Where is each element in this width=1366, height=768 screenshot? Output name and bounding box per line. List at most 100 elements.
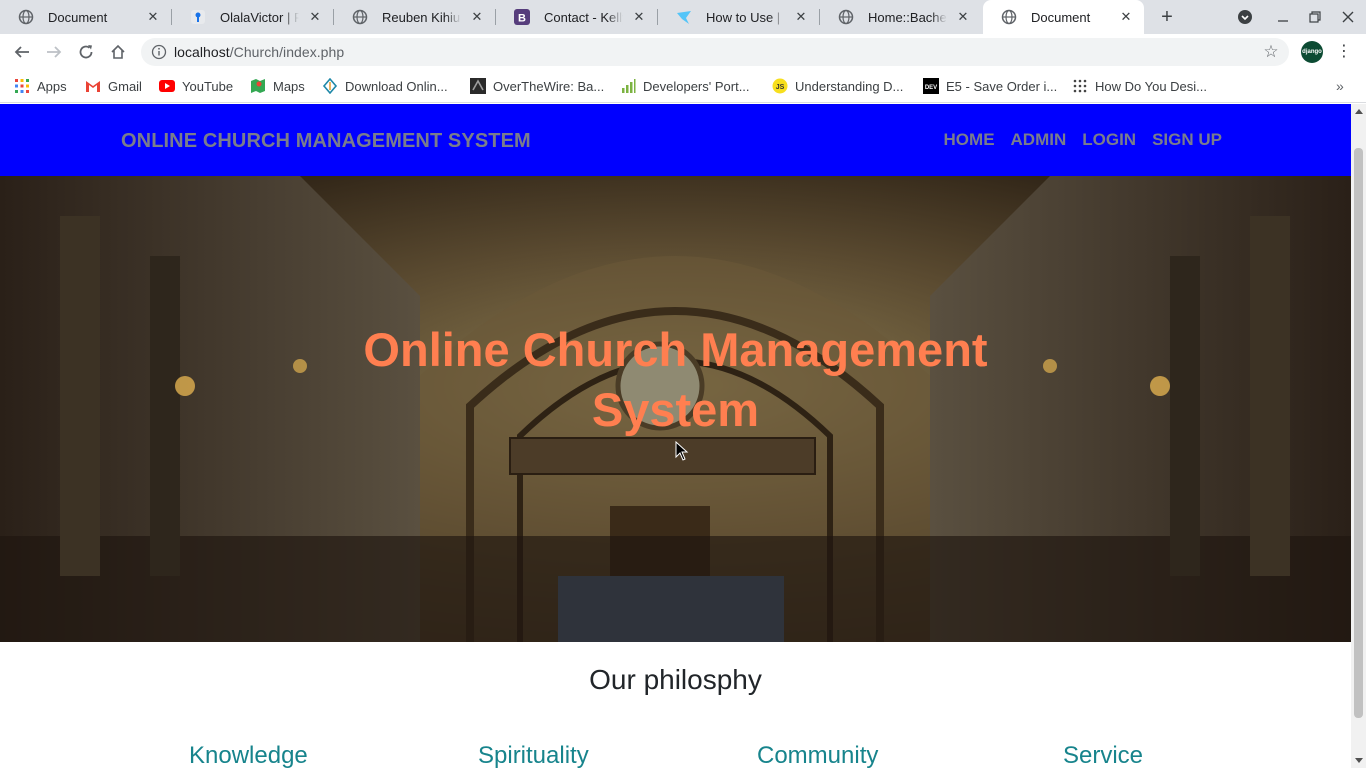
- youtube-icon: [159, 78, 175, 94]
- bookmark-download-onlin[interactable]: Download Onlin...: [322, 77, 448, 95]
- close-icon[interactable]: ✕: [955, 9, 971, 25]
- bookmark-label: How Do You Desi...: [1095, 78, 1208, 94]
- menu-kebab-icon[interactable]: ⋮: [1336, 42, 1352, 62]
- tab-document-active[interactable]: Document ✕: [983, 0, 1144, 34]
- bookmarks-overflow-icon[interactable]: »: [1336, 78, 1344, 94]
- close-icon[interactable]: ✕: [307, 9, 323, 25]
- globe-icon: [18, 9, 34, 25]
- hero-title: Online Church Management System: [363, 323, 988, 436]
- restore-icon[interactable]: [1306, 8, 1324, 26]
- url-text: localhost/Church/index.php: [174, 44, 344, 60]
- tab-home-bachem[interactable]: Home::Bachem S ✕: [820, 0, 981, 34]
- scroll-down-arrow-icon[interactable]: [1355, 758, 1363, 763]
- tab-title: Document: [1031, 9, 1091, 25]
- tab-title: Reuben Kihiu: [382, 9, 461, 25]
- maps-icon: [250, 78, 266, 94]
- back-arrow-icon[interactable]: [11, 41, 33, 63]
- bookmark-understanding[interactable]: JS Understanding D...: [772, 77, 903, 95]
- bootstrap-icon: B: [514, 9, 530, 25]
- gmail-icon: [85, 78, 101, 94]
- pillar-knowledge: Knowledge: [189, 742, 308, 768]
- bookmark-label: Understanding D...: [795, 78, 904, 94]
- browser-toolbar: localhost/Church/index.php ☆ django ⋮: [0, 34, 1366, 70]
- page-scrollbar[interactable]: [1351, 104, 1366, 768]
- bookmark-star-icon[interactable]: ☆: [1261, 42, 1281, 62]
- minimize-icon[interactable]: [1274, 8, 1292, 26]
- bird-icon: [676, 9, 692, 25]
- bookmark-developers-portal[interactable]: Developers' Port...: [620, 77, 750, 95]
- scrollbar-thumb[interactable]: [1354, 148, 1363, 718]
- bookmark-label: Gmail: [108, 78, 142, 94]
- bookmarks-bar: Apps Gmail YouTube Maps Download Onlin..…: [0, 70, 1366, 103]
- scroll-up-arrow-icon[interactable]: [1355, 109, 1363, 114]
- site-nav-links: HOME ADMIN LOGIN SIGN UP: [944, 130, 1222, 150]
- tab-title: Contact - Kelly B: [544, 9, 623, 25]
- tab-document-1[interactable]: Document ✕: [0, 0, 171, 34]
- bookmark-label: OverTheWire: Ba...: [493, 78, 605, 94]
- tab-reuben-kihiu[interactable]: Reuben Kihiu ✕: [334, 0, 495, 34]
- forward-arrow-icon[interactable]: [43, 41, 65, 63]
- tab-title: Document: [48, 9, 108, 25]
- section-title-philosophy: Our philosphy: [589, 664, 762, 695]
- profile-avatar[interactable]: django: [1301, 41, 1323, 63]
- site-navbar: ONLINE CHURCH MANAGEMENT SYSTEM HOME ADM…: [0, 104, 1351, 176]
- bookmark-label: YouTube: [182, 78, 234, 94]
- js-icon: JS: [772, 78, 788, 94]
- globe-icon: [352, 9, 368, 25]
- close-icon[interactable]: ✕: [145, 9, 161, 25]
- svg-text:DEV: DEV: [925, 85, 937, 91]
- nav-link-sign-up[interactable]: SIGN UP: [1152, 130, 1222, 150]
- svg-text:B: B: [518, 13, 526, 25]
- nav-link-home[interactable]: HOME: [944, 130, 995, 150]
- nav-link-login[interactable]: LOGIN: [1082, 130, 1136, 150]
- bookmark-how-do-you-desi[interactable]: How Do You Desi...: [1072, 77, 1207, 95]
- person-icon: [190, 9, 206, 25]
- address-bar[interactable]: localhost/Church/index.php ☆: [141, 38, 1289, 66]
- otw-icon: [470, 78, 486, 94]
- signal-bars-icon: [620, 78, 636, 94]
- close-icon[interactable]: ✕: [1118, 9, 1134, 25]
- nav-link-admin[interactable]: ADMIN: [1011, 130, 1067, 150]
- close-icon[interactable]: ✕: [631, 9, 647, 25]
- tab-search-icon[interactable]: [1236, 8, 1254, 26]
- svg-text:JS: JS: [776, 84, 785, 91]
- bookmark-label: Download Onlin...: [345, 78, 448, 94]
- apps-grid-icon: [14, 78, 30, 94]
- bookmark-label: Apps: [37, 78, 67, 94]
- bookmark-youtube[interactable]: YouTube: [159, 77, 233, 95]
- close-icon[interactable]: ✕: [793, 9, 809, 25]
- pillar-service: Service: [1063, 742, 1144, 768]
- globe-icon: [838, 9, 854, 25]
- info-icon[interactable]: [151, 44, 167, 60]
- tab-strip: Document ✕ OlalaVictor | Full ✕ Reuben K…: [0, 0, 1366, 34]
- globe-icon: [1001, 9, 1017, 25]
- new-tab-button[interactable]: +: [1157, 7, 1177, 27]
- bookmark-maps[interactable]: Maps: [250, 77, 305, 95]
- site-brand[interactable]: ONLINE CHURCH MANAGEMENT SYSTEM: [121, 130, 531, 153]
- pillar-community: Community: [757, 742, 879, 768]
- bookmark-label: Developers' Port...: [643, 78, 750, 94]
- close-icon[interactable]: ✕: [469, 9, 485, 25]
- mouse-cursor-icon: [675, 441, 689, 461]
- tab-title: OlalaVictor | Full: [220, 9, 299, 25]
- tab-olalavictor[interactable]: OlalaVictor | Full ✕: [172, 0, 333, 34]
- home-icon[interactable]: [107, 41, 129, 63]
- bookmark-label: Maps: [273, 78, 305, 94]
- bookmark-e5-save-order[interactable]: DEV E5 - Save Order i...: [923, 77, 1057, 95]
- pillar-spirituality: Spirituality: [478, 742, 589, 768]
- tab-title: How to Use | Icof: [706, 9, 785, 25]
- dots-grid-icon: [1072, 78, 1088, 94]
- bookmark-gmail[interactable]: Gmail: [85, 77, 142, 95]
- url-path: /Church/index.php: [229, 44, 345, 60]
- bookmark-label: E5 - Save Order i...: [946, 78, 1058, 94]
- page-viewport: ONLINE CHURCH MANAGEMENT SYSTEM HOME ADM…: [0, 104, 1351, 768]
- window-close-icon[interactable]: [1339, 8, 1357, 26]
- download-icon: [322, 78, 338, 94]
- dev-icon: DEV: [923, 78, 939, 94]
- reload-icon[interactable]: [75, 41, 97, 63]
- tab-contact-kelly[interactable]: B Contact - Kelly B ✕: [496, 0, 657, 34]
- hero-banner: Online Church Management System: [0, 176, 1351, 642]
- tab-how-to-use[interactable]: How to Use | Icof ✕: [658, 0, 819, 34]
- bookmark-apps[interactable]: Apps: [14, 77, 67, 95]
- bookmark-overthewire[interactable]: OverTheWire: Ba...: [470, 77, 604, 95]
